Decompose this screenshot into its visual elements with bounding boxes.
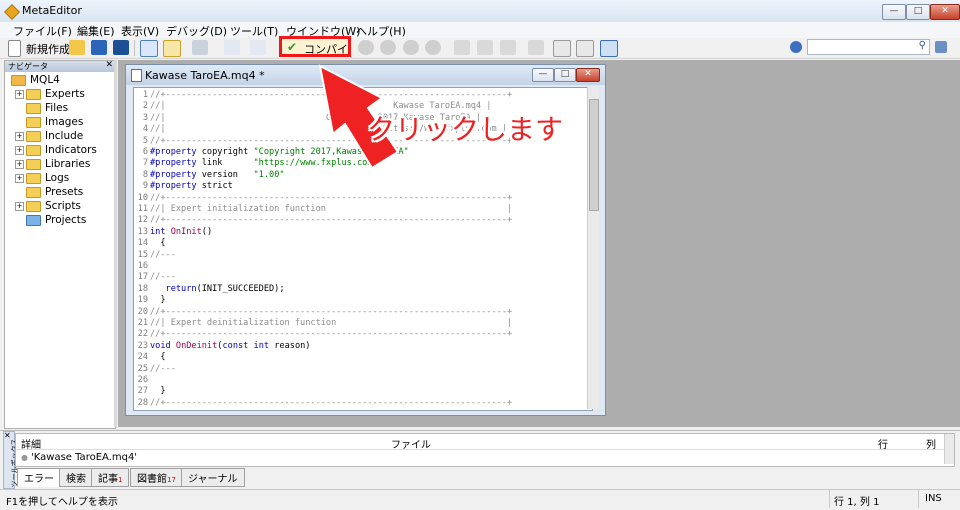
toolbox-close-icon[interactable]: ✕ bbox=[4, 431, 11, 440]
toolbox-panel: ツールボックス ✕ 詳細 ファイル 行 列 ● 'Kawase TaroEA.m… bbox=[0, 430, 960, 489]
toolbox-tab-0[interactable]: エラー bbox=[17, 468, 61, 487]
tab-label: 検索 bbox=[66, 474, 86, 485]
status-bar: F1を押してヘルプを表示 行 1, 列 1 INS bbox=[0, 489, 960, 510]
toolbox-tab-1[interactable]: 検索 bbox=[59, 468, 93, 487]
info-icon: ● bbox=[21, 453, 28, 462]
tab-label: 記事 bbox=[98, 474, 118, 485]
tab-badge: 17 bbox=[167, 476, 176, 484]
status-help-text: F1を押してヘルプを表示 bbox=[6, 497, 118, 508]
list-scrollbar[interactable] bbox=[944, 434, 954, 464]
tab-badge: 1 bbox=[118, 476, 123, 484]
status-cursor-position: 行 1, 列 1 bbox=[834, 497, 880, 508]
toolbox-tab-3[interactable]: 図書館17 bbox=[130, 468, 183, 487]
error-list: 詳細 ファイル 行 列 ● 'Kawase TaroEA.mq4' bbox=[15, 433, 955, 467]
tab-label: ジャーナル bbox=[188, 474, 238, 485]
toolbox-tab-2[interactable]: 記事1 bbox=[91, 468, 130, 487]
tab-label: 図書館 bbox=[137, 474, 167, 485]
status-insert-mode: INS bbox=[925, 493, 942, 504]
message-row[interactable]: 'Kawase TaroEA.mq4' bbox=[31, 452, 137, 463]
tab-label: エラー bbox=[24, 474, 54, 485]
annotation-text: クリックします bbox=[367, 113, 564, 146]
toolbox-tab-4[interactable]: ジャーナル bbox=[181, 468, 245, 487]
